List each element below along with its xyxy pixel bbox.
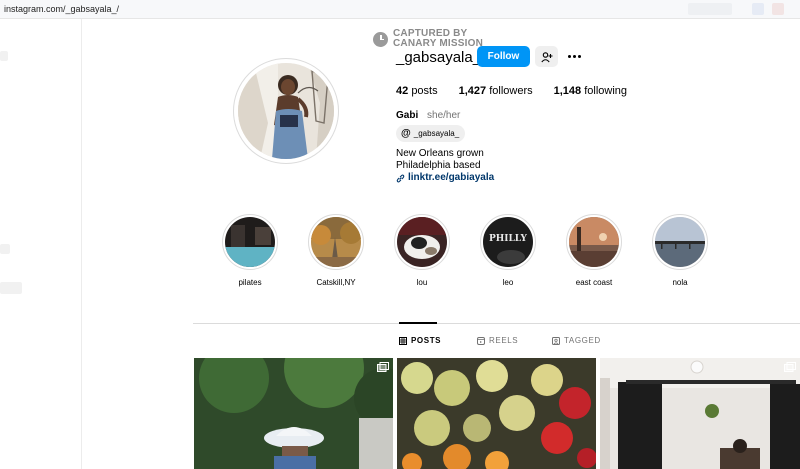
- posts-stat: 42 posts: [396, 85, 438, 97]
- tab-posts[interactable]: POSTS: [399, 336, 441, 345]
- following-link[interactable]: 1,148 following: [554, 85, 627, 97]
- profile-username: _gabsayala_: [396, 49, 482, 66]
- tab-reels[interactable]: REELS: [477, 336, 518, 345]
- highlight-cover: [569, 217, 619, 267]
- browser-url-bar[interactable]: instagram.com/_gabsayala_/: [0, 0, 800, 19]
- highlight-leo[interactable]: PHILLY leo: [473, 214, 543, 287]
- threads-badge[interactable]: @ _gabsayala_: [396, 125, 466, 142]
- more-dot-icon: [577, 55, 581, 58]
- highlight-label: lou: [416, 278, 428, 287]
- display-name: Gabi: [396, 110, 419, 121]
- multi-post-icon: [377, 362, 389, 372]
- post-tile[interactable]: [194, 358, 393, 469]
- followers-label: followers: [489, 85, 533, 97]
- follow-button[interactable]: Follow: [477, 46, 530, 67]
- grid-icon: [399, 336, 407, 345]
- post-image: [397, 358, 596, 469]
- link-icon: [396, 174, 405, 182]
- post-tile[interactable]: [600, 358, 800, 469]
- profile-avatar[interactable]: [233, 58, 339, 164]
- followers-count: 1,427: [458, 85, 487, 97]
- browser-toolbar-button[interactable]: [752, 3, 764, 15]
- post-tile[interactable]: [397, 358, 596, 469]
- posts-label: posts: [411, 85, 438, 97]
- highlight-catskill[interactable]: Catskill,NY: [301, 214, 371, 287]
- highlight-image-text: PHILLY: [489, 234, 528, 244]
- following-count: 1,148: [553, 85, 582, 97]
- pronouns: she/her: [427, 110, 461, 121]
- more-options-button[interactable]: [564, 46, 584, 67]
- highlight-nola[interactable]: nola: [645, 214, 715, 287]
- more-dot-icon: [572, 55, 576, 58]
- highlight-cover: PHILLY: [483, 217, 533, 267]
- threads-icon: @: [401, 127, 411, 139]
- tagged-icon: [552, 336, 560, 345]
- highlight-label: nola: [672, 278, 688, 287]
- url-text[interactable]: instagram.com/_gabsayala_/: [4, 4, 119, 14]
- highlight-lou[interactable]: lou: [387, 214, 457, 287]
- threads-handle: _gabsayala_: [413, 129, 460, 138]
- multi-post-icon: [784, 362, 796, 372]
- bio-link-text[interactable]: linktr.ee/gabiayala: [408, 172, 494, 184]
- tab-label: TAGGED: [564, 336, 601, 345]
- profile-stats: 42 posts 1,427 followers 1,148 following: [396, 85, 648, 97]
- active-tab-indicator: [399, 322, 437, 324]
- posts-count: 42: [396, 85, 409, 97]
- browser-toolbar-button[interactable]: [772, 3, 784, 15]
- highlight-cover: [225, 217, 275, 267]
- tabs-divider: [193, 323, 800, 324]
- capture-watermark: CAPTURED BY CANARY MISSION: [373, 29, 483, 49]
- profile-name-row: Gabi she/her: [396, 110, 460, 121]
- sidebar-nav-icon[interactable]: [0, 244, 10, 254]
- browser-toolbar-button[interactable]: [688, 3, 732, 15]
- highlight-cover: [311, 217, 361, 267]
- tab-tagged[interactable]: TAGGED: [552, 336, 601, 345]
- followers-link[interactable]: 1,427 followers: [459, 85, 533, 97]
- following-label: following: [584, 85, 628, 97]
- highlight-label: leo: [502, 278, 514, 287]
- suggested-accounts-button[interactable]: [535, 46, 558, 67]
- post-image: [194, 358, 393, 469]
- watermark-line-2: CANARY MISSION: [393, 38, 484, 49]
- bio-line: Philadelphia based: [396, 160, 481, 171]
- left-sidebar: [0, 19, 82, 469]
- avatar-photo: [238, 63, 334, 159]
- more-dot-icon: [567, 55, 571, 58]
- profile-bio: New Orleans grown Philadelphia based lin…: [396, 148, 494, 184]
- sidebar-nav-icon[interactable]: [0, 51, 8, 61]
- highlight-label: pilates: [238, 278, 262, 287]
- bio-link[interactable]: linktr.ee/gabiayala: [396, 172, 494, 184]
- highlight-label: east coast: [575, 278, 613, 287]
- tab-label: REELS: [489, 336, 519, 345]
- highlight-east-coast[interactable]: east coast: [559, 214, 629, 287]
- highlight-pilates[interactable]: pilates: [215, 214, 285, 287]
- tab-label: POSTS: [411, 336, 442, 345]
- highlight-cover: [397, 217, 447, 267]
- add-user-icon: [540, 51, 552, 62]
- bio-line: New Orleans grown: [396, 148, 484, 159]
- reels-icon: [477, 336, 485, 345]
- clock-icon: [373, 31, 388, 47]
- highlight-cover: [655, 217, 705, 267]
- post-image: [600, 358, 800, 469]
- highlight-label: Catskill,NY: [316, 278, 356, 287]
- sidebar-nav-item[interactable]: [0, 282, 22, 294]
